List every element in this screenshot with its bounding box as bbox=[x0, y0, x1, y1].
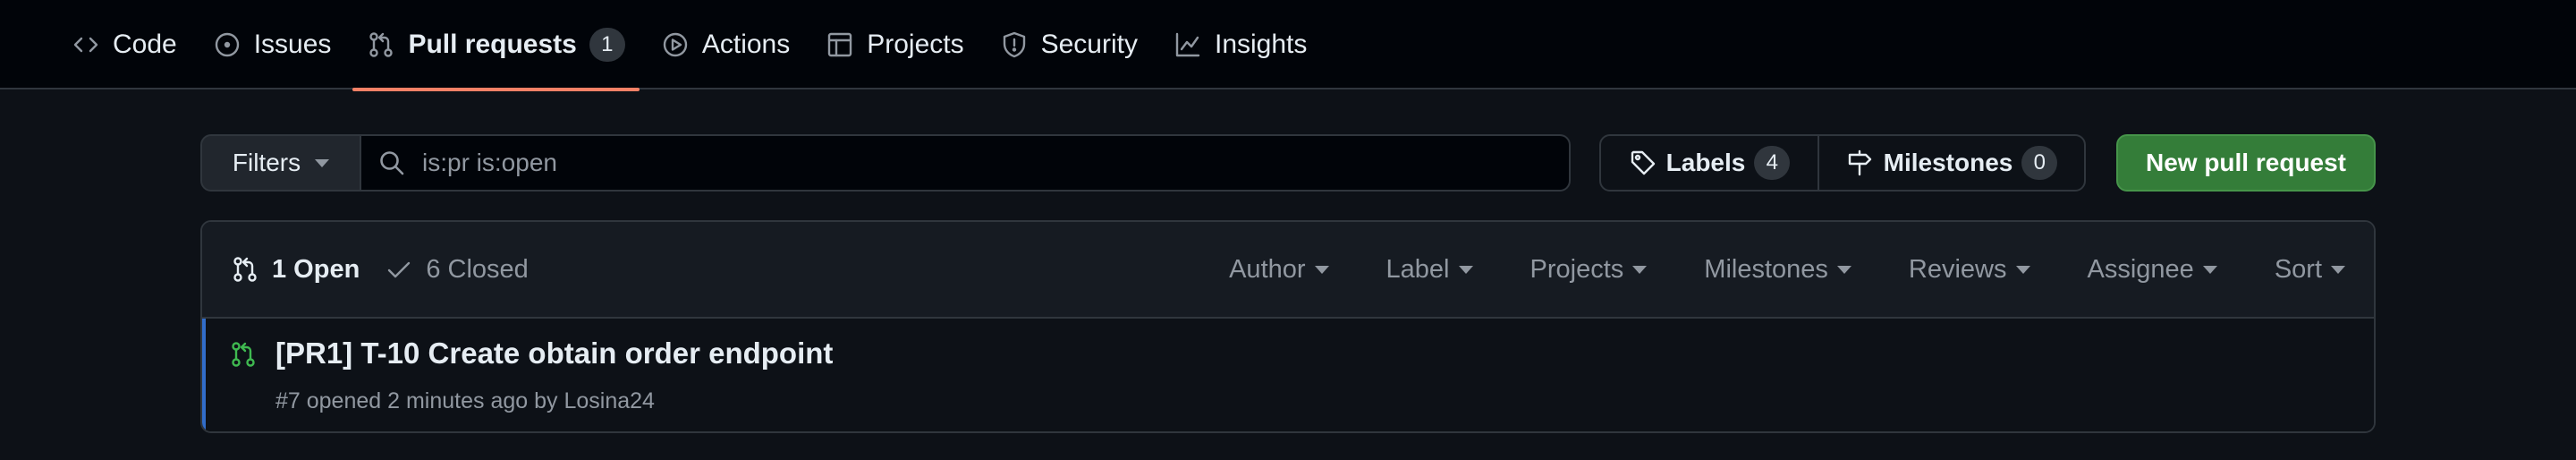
closed-filter[interactable]: 6 Closed bbox=[385, 254, 529, 285]
tab-pull-requests[interactable]: Pull requests 1 bbox=[352, 0, 640, 91]
caret-down-icon bbox=[2015, 265, 2030, 274]
pr-list: 1 Open 6 Closed Author Label Projects Mi… bbox=[200, 220, 2376, 433]
filters-label: Filters bbox=[232, 149, 301, 176]
play-icon bbox=[663, 32, 688, 57]
tab-actions-label: Actions bbox=[701, 30, 791, 59]
tab-issues-label: Issues bbox=[253, 30, 332, 59]
pr-toolbar: Filters Labels 4 Milestones 0 New pull r… bbox=[200, 134, 2376, 192]
open-count-label: 1 Open bbox=[272, 254, 360, 284]
filters-button[interactable]: Filters bbox=[200, 134, 361, 192]
author-filter[interactable]: Author bbox=[1200, 255, 1357, 285]
tab-security[interactable]: Security bbox=[986, 0, 1152, 89]
graph-icon bbox=[1175, 32, 1200, 57]
projects-filter-label: Projects bbox=[1530, 254, 1624, 284]
new-pull-request-button[interactable]: New pull request bbox=[2116, 134, 2376, 192]
milestones-label: Milestones bbox=[1883, 149, 2013, 176]
git-pull-request-icon bbox=[369, 32, 394, 57]
issue-opened-icon bbox=[215, 32, 239, 57]
list-filters: Author Label Projects Milestones Reviews… bbox=[1200, 222, 2374, 317]
code-icon bbox=[73, 37, 98, 53]
assignee-filter-label: Assignee bbox=[2087, 254, 2194, 284]
tab-pull-requests-label: Pull requests bbox=[408, 30, 577, 59]
tab-code[interactable]: Code bbox=[57, 0, 191, 89]
tab-security-label: Security bbox=[1040, 30, 1138, 59]
tab-code-label: Code bbox=[113, 30, 177, 59]
caret-down-icon bbox=[1632, 265, 1648, 274]
repo-tabs: Code Issues Pull requests 1 Actions Proj… bbox=[57, 0, 1321, 91]
tab-insights-label: Insights bbox=[1214, 30, 1308, 59]
tab-projects-label: Projects bbox=[867, 30, 964, 59]
git-pull-request-icon bbox=[233, 257, 257, 282]
check-icon bbox=[388, 261, 411, 278]
milestones-count: 0 bbox=[2021, 146, 2058, 180]
milestone-icon bbox=[1848, 149, 1871, 176]
search-box[interactable] bbox=[361, 134, 1571, 192]
list-item: [PR1] T-10 Create obtain order endpoint … bbox=[202, 319, 2374, 431]
pull-requests-count: 1 bbox=[589, 28, 625, 62]
shield-icon bbox=[1003, 31, 1025, 58]
projects-filter[interactable]: Projects bbox=[1502, 255, 1676, 285]
sort-filter[interactable]: Sort bbox=[2246, 255, 2374, 285]
assignee-filter[interactable]: Assignee bbox=[2059, 255, 2246, 285]
labels-label: Labels bbox=[1665, 149, 1746, 176]
caret-down-icon bbox=[315, 158, 330, 167]
repo-nav: Code Issues Pull requests 1 Actions Proj… bbox=[0, 0, 2576, 91]
caret-down-icon bbox=[1314, 265, 1329, 274]
filter-search-group: Filters bbox=[200, 134, 1571, 192]
reviews-filter[interactable]: Reviews bbox=[1880, 255, 2059, 285]
caret-down-icon bbox=[1836, 265, 1852, 274]
labels-button[interactable]: Labels 4 bbox=[1601, 136, 1819, 190]
reviews-filter-label: Reviews bbox=[1908, 254, 2007, 284]
search-icon bbox=[380, 151, 404, 175]
milestones-button[interactable]: Milestones 0 bbox=[1819, 136, 2084, 190]
caret-down-icon bbox=[2202, 265, 2217, 274]
open-filter[interactable]: 1 Open bbox=[231, 255, 360, 285]
tab-actions[interactable]: Actions bbox=[647, 0, 804, 89]
pr-title-link[interactable]: [PR1] T-10 Create obtain order endpoint bbox=[275, 336, 833, 371]
label-filter[interactable]: Label bbox=[1358, 255, 1502, 285]
table-icon bbox=[828, 32, 852, 57]
caret-down-icon bbox=[1458, 265, 1473, 274]
sort-filter-label: Sort bbox=[2274, 254, 2322, 284]
label-filter-label: Label bbox=[1385, 254, 1450, 284]
closed-count-label: 6 Closed bbox=[426, 254, 529, 284]
author-filter-label: Author bbox=[1229, 254, 1306, 284]
git-pull-request-icon bbox=[232, 342, 255, 367]
state-toggle: 1 Open 6 Closed bbox=[231, 222, 529, 317]
search-input[interactable] bbox=[420, 148, 1553, 178]
tag-icon bbox=[1631, 150, 1655, 175]
caret-down-icon bbox=[2331, 265, 2345, 274]
labels-count: 4 bbox=[1754, 146, 1791, 180]
pr-meta: #7 opened 2 minutes ago by Losina24 bbox=[275, 388, 655, 413]
tab-insights[interactable]: Insights bbox=[1159, 0, 1321, 89]
labels-milestones-group: Labels 4 Milestones 0 bbox=[1599, 134, 2086, 192]
pr-list-header: 1 Open 6 Closed Author Label Projects Mi… bbox=[202, 222, 2374, 319]
milestones-filter[interactable]: Milestones bbox=[1675, 255, 1880, 285]
milestones-filter-label: Milestones bbox=[1704, 254, 1828, 284]
tab-projects[interactable]: Projects bbox=[811, 0, 978, 89]
tab-issues[interactable]: Issues bbox=[199, 0, 346, 89]
